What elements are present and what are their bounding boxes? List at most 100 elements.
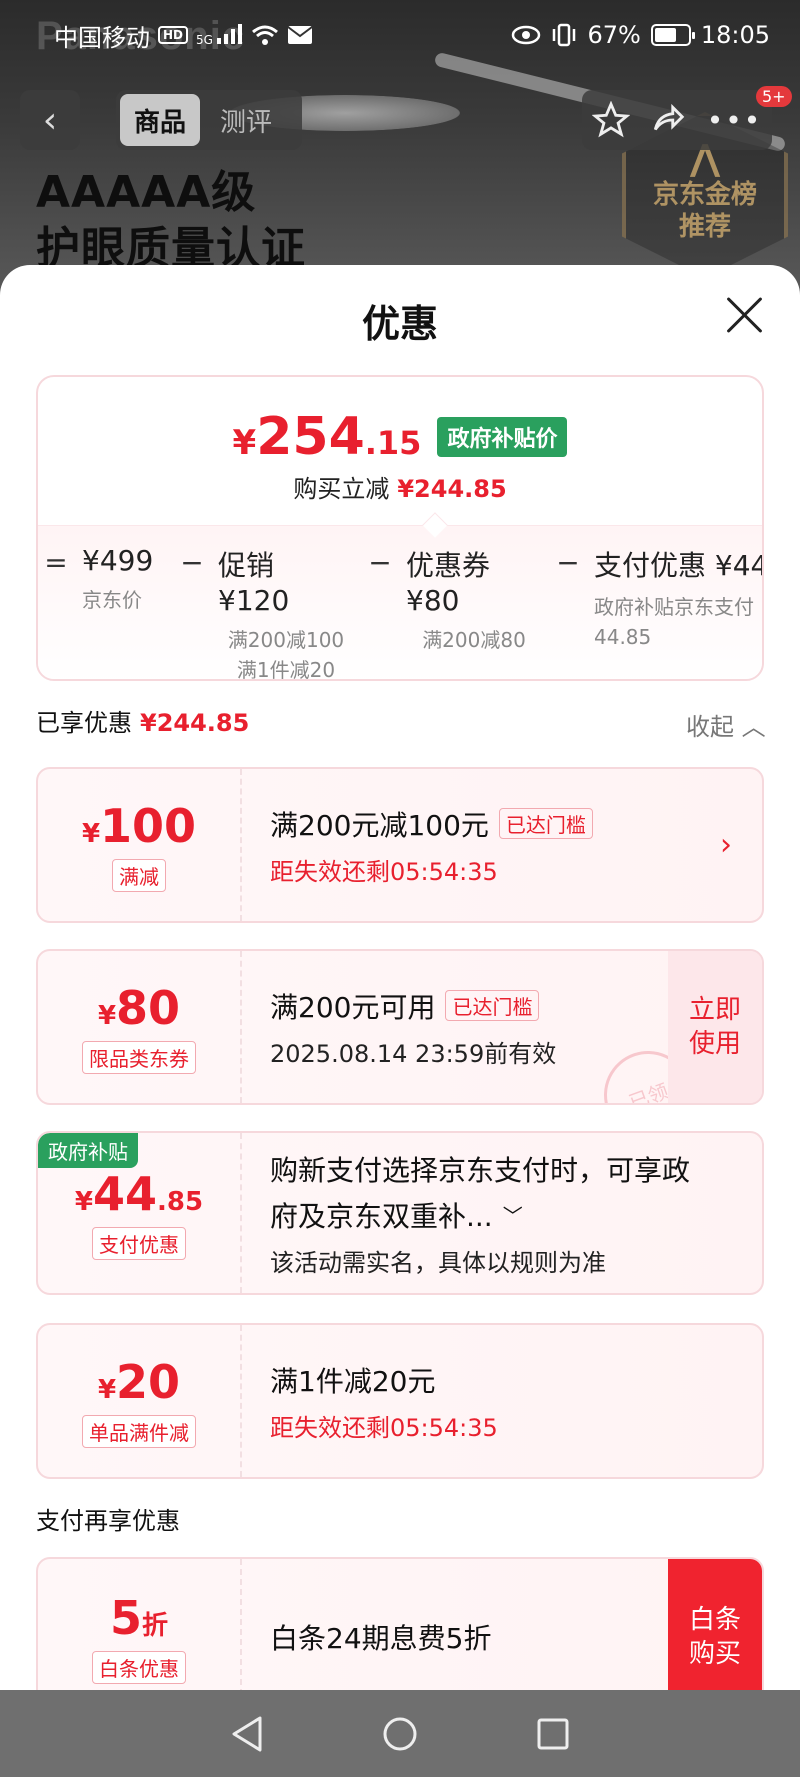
coupon-type-tag: 满减 (112, 858, 166, 892)
coupon-left: ¥ 44 .85 支付优惠 (38, 1133, 242, 1293)
back-button[interactable]: ‹ (20, 90, 80, 150)
coupon-type-tag: 限品类东券 (82, 1040, 196, 1074)
collapse-toggle[interactable]: 收起 ︿ (686, 707, 766, 742)
term-value: ¥499 (82, 544, 154, 577)
equals-operator: = (44, 546, 68, 579)
home-circle-icon[interactable] (380, 1714, 420, 1754)
close-icon[interactable] (724, 295, 764, 335)
mail-icon (287, 26, 313, 44)
badge-line-1: 京东金榜 (652, 180, 757, 210)
term-payment: 支付优惠 ¥44 政府补贴京东支付 44.85 (586, 544, 764, 652)
coupon-amount: 5 折 (110, 1591, 168, 1645)
minus-operator: − (180, 546, 204, 579)
save-label: 购买立减 (293, 475, 390, 503)
use-now-button[interactable]: 立即 使用 (668, 951, 762, 1103)
system-navigation-bar (0, 1690, 800, 1777)
enjoyed-amount: ¥244.85 (140, 709, 250, 737)
term-value: 支付优惠 ¥44 (594, 549, 764, 582)
sheet-title: 优惠 (361, 302, 438, 346)
term-promotion: 促销 ¥120 满200减100 满1件减20 (210, 544, 362, 679)
use-now-line-2: 使用 (688, 1029, 741, 1059)
chevron-down-icon: ﹀ (502, 1204, 523, 1228)
coupon-left: 5 折 白条优惠 (38, 1559, 242, 1695)
carrier-name: 中国移动 (54, 23, 150, 52)
coupon-note: 该活动需实名，具体以规则为准 (270, 1248, 606, 1277)
battery-percent: 67% (587, 21, 641, 49)
minus-operator: − (556, 546, 580, 579)
gov-subsidy-price-tag: 政府补贴价 (437, 417, 568, 457)
baitiao-buy-button[interactable]: 白条 购买 (668, 1559, 762, 1695)
signal-icon: 5G (196, 23, 243, 47)
coupon-card[interactable]: ¥ 80 限品类东券 满200元可用 已达门槛 2025.08.14 23:59… (36, 949, 764, 1105)
chevron-up-icon: ︿ (741, 713, 766, 741)
clock-time: 18:05 (700, 21, 770, 49)
star-favorite-icon[interactable] (591, 101, 630, 139)
threshold-reached-tag: 已达门槛 (498, 808, 593, 839)
term-sub: 政府补贴京东支付 44.85 (594, 592, 762, 652)
coupon-left: ¥ 20 单品满件减 (38, 1325, 242, 1477)
coupon-type-tag: 白条优惠 (92, 1650, 186, 1684)
coupon-type-tag: 单品满件减 (82, 1414, 196, 1448)
coupon-value: 100 (100, 798, 197, 853)
coupon-countdown: 距失效还剩05:54:35 (270, 857, 498, 886)
final-price: ¥ 254 .15 政府补贴价 (38, 407, 762, 467)
final-price-int: 254 (256, 407, 365, 467)
coupon-value: 5 (109, 1590, 142, 1645)
final-price-dec: .15 (364, 424, 422, 462)
coupon-left: ¥ 80 限品类东券 (38, 951, 242, 1103)
recents-square-icon[interactable] (533, 1714, 573, 1754)
chevron-right-icon[interactable]: › (720, 828, 732, 863)
chevron-left-icon: ‹ (42, 99, 58, 141)
hd-icon: HD (158, 26, 189, 44)
coupon-yen: ¥ (74, 1186, 93, 1217)
coupon-countdown: 距失效还剩05:54:35 (270, 1413, 498, 1442)
notification-badge: 5+ (756, 86, 792, 107)
price-breakdown[interactable]: = ¥499 京东价 − 促销 ¥120 满200减100 满1件减20 − 优… (38, 525, 764, 679)
coupon-yen: ¥ (97, 1000, 117, 1031)
tab-review[interactable]: 测评 (206, 94, 286, 146)
coupon-value: 80 (116, 980, 181, 1035)
coupon-body: 满200元减100元 已达门槛 距失效还剩05:54:35 (270, 769, 762, 921)
coupon-unit: 折 (142, 1610, 169, 1641)
coupon-card[interactable]: 政府补贴 ¥ 44 .85 支付优惠 购新支付选择京东支付时，可享政 府及京东双… (36, 1131, 764, 1295)
baitiao-coupon-card[interactable]: 5 折 白条优惠 白条24期息费5折 白条 购买 (36, 1557, 764, 1695)
term-sub: 满200减80 (422, 628, 526, 652)
coupon-left: ¥ 100 满减 (38, 769, 242, 921)
coupon-amount: ¥ 100 (82, 799, 196, 853)
status-bar: 中国移动 HD 5G 67% 18:05 (0, 0, 800, 70)
minus-operator: − (368, 546, 392, 579)
badge-line-2: 推荐 (678, 212, 731, 242)
term-value: 促销 ¥120 (218, 549, 290, 617)
coupon-value: 44 (93, 1166, 158, 1221)
final-price-yen: ¥ (232, 423, 257, 463)
coupon-title-line-1: 购新支付选择京东支付时，可享政 (270, 1153, 691, 1187)
coupon-amount: ¥ 44 .85 (75, 1167, 203, 1221)
coupon-decimal: .85 (157, 1186, 204, 1217)
coupon-title-line-2-text: 府及京东双重补... (270, 1199, 493, 1233)
more-icon[interactable]: ••• (707, 104, 763, 137)
pay-more-discount-label: 支付再享优惠 (36, 1507, 180, 1535)
wifi-icon (251, 25, 278, 45)
share-icon[interactable] (649, 101, 687, 139)
term-coupon: 优惠券 ¥80 满200减80 (398, 544, 550, 655)
product-tabs: 商品 测评 (116, 90, 302, 150)
vibrate-icon (553, 23, 576, 47)
coupon-title-line-2[interactable]: 府及京东双重补... ﹀ (270, 1195, 762, 1235)
eye-icon (512, 25, 541, 45)
tab-product[interactable]: 商品 (120, 94, 201, 146)
buy-button-line-2: 购买 (688, 1639, 741, 1669)
term-sub-line: 政府补贴京东支付 (594, 595, 754, 619)
coupon-title-row: 满200元减100元 已达门槛 (270, 804, 762, 844)
coupon-amount: ¥ 80 (98, 981, 180, 1035)
term-sub: 满200减100 满1件减20 (218, 625, 354, 679)
coupon-card[interactable]: ¥ 100 满减 满200元减100元 已达门槛 距失效还剩05:54:35 › (36, 767, 764, 923)
coupon-yen: ¥ (81, 818, 101, 849)
back-triangle-icon[interactable] (227, 1714, 267, 1754)
term-sub-line: 44.85 (594, 625, 652, 649)
threshold-reached-tag: 已达门槛 (445, 990, 540, 1021)
coupon-card[interactable]: ¥ 20 单品满件减 满1件减20元 距失效还剩05:54:35 (36, 1323, 764, 1479)
hero-line-1: AAAAA级 (36, 167, 257, 218)
term-value: 优惠券 ¥80 (406, 549, 491, 617)
coupon-body: 满1件减20元 距失效还剩05:54:35 (270, 1325, 762, 1477)
term-sub-line: 满200减100 (227, 628, 345, 652)
